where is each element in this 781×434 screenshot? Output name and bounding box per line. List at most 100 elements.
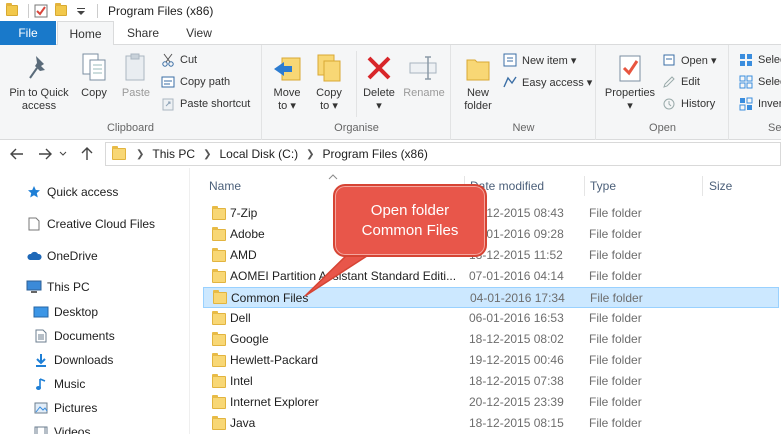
- folder-icon: [211, 352, 227, 369]
- file-type: File folder: [589, 206, 642, 220]
- forward-button[interactable]: [34, 143, 56, 165]
- cloud-icon: [26, 248, 42, 264]
- move-to-button[interactable]: Move to ▾: [269, 51, 305, 113]
- invert-selection-button[interactable]: Inver: [738, 95, 781, 113]
- file-name: Java: [230, 416, 256, 430]
- customize-quick-access-icon[interactable]: [73, 3, 89, 19]
- new-folder-button[interactable]: New folder: [458, 51, 498, 113]
- back-button[interactable]: [6, 143, 28, 165]
- scissors-icon: [160, 52, 176, 68]
- tab-file[interactable]: File: [0, 21, 56, 45]
- table-row[interactable]: Google 18-12-2015 08:02 File folder: [203, 329, 779, 350]
- column-divider[interactable]: [584, 176, 585, 196]
- table-row[interactable]: Dell 06-01-2016 16:53 File folder: [203, 308, 779, 329]
- address-bar[interactable]: ❯ This PC ❯ Local Disk (C:) ❯ Program Fi…: [105, 142, 781, 166]
- breadcrumb-local-disk[interactable]: Local Disk (C:): [219, 147, 298, 161]
- breadcrumb-program-files[interactable]: Program Files (x86): [323, 147, 428, 161]
- address-row: ❯ This PC ❯ Local Disk (C:) ❯ Program Fi…: [0, 140, 781, 168]
- easy-access-button[interactable]: Easy access ▾: [502, 73, 592, 91]
- table-row[interactable]: Java 18-12-2015 08:15 File folder: [203, 413, 779, 434]
- new-folder-quick-icon[interactable]: [53, 3, 69, 19]
- clipboard-group: Pin to Quick access Copy Paste Cut Copy …: [0, 45, 262, 140]
- properties-button[interactable]: Properties ▾: [601, 51, 659, 113]
- open-group-label: Open: [649, 122, 676, 134]
- column-header-type[interactable]: Type: [590, 176, 616, 196]
- date-modified: 04-01-2016 17:34: [470, 291, 565, 305]
- breadcrumb-chevron-icon[interactable]: ❯: [306, 149, 314, 160]
- file-name: AOMEI Partition Assistant Standard Editi…: [230, 269, 457, 283]
- table-row[interactable]: Adobe 04-01-2016 09:28 File folder: [203, 224, 779, 245]
- copy-path-button[interactable]: Copy path: [160, 73, 230, 91]
- rename-button[interactable]: Rename: [401, 51, 447, 100]
- nav-item-desktop[interactable]: Desktop: [33, 301, 98, 323]
- breadcrumb-chevron-icon[interactable]: ❯: [203, 149, 211, 160]
- table-row[interactable]: Hewlett-Packard 19-12-2015 00:46 File fold…: [203, 350, 779, 371]
- title-bar: Program Files (x86): [0, 0, 781, 21]
- new-group-label: New: [512, 122, 535, 134]
- navigation-pane: Quick access Creative Cloud Files OneDri…: [0, 168, 190, 434]
- nav-item-downloads[interactable]: Downloads: [33, 349, 113, 371]
- select-none-button[interactable]: Selec: [738, 73, 781, 91]
- file-type: File folder: [589, 269, 642, 283]
- table-row[interactable]: AMD 18-12-2015 11:52 File folder: [203, 245, 779, 266]
- computer-icon: [26, 279, 42, 295]
- breadcrumb-chevron-icon[interactable]: ❯: [136, 149, 144, 160]
- tab-view[interactable]: View: [174, 21, 224, 45]
- file-name: Dell: [230, 311, 251, 325]
- nav-item-quick-access[interactable]: Quick access: [26, 181, 118, 203]
- breadcrumb-this-pc[interactable]: This PC: [152, 147, 195, 161]
- tab-share[interactable]: Share: [118, 21, 168, 45]
- new-item-button[interactable]: New item ▾: [502, 51, 576, 69]
- copy-to-button[interactable]: Copy to ▾: [311, 51, 347, 113]
- paste-button[interactable]: Paste: [116, 51, 156, 100]
- column-divider[interactable]: [702, 176, 703, 196]
- table-row[interactable]: Internet Explorer 20-12-2015 23:39 File fo…: [203, 392, 779, 413]
- folder-icon: [4, 3, 20, 19]
- table-row[interactable]: 7-Zip 18-12-2015 08:43 File folder: [203, 203, 779, 224]
- recent-locations-button[interactable]: [56, 143, 70, 165]
- callout-annotation: Open folder Common Files: [333, 184, 487, 257]
- nav-item-creative-cloud-files[interactable]: Creative Cloud Files: [26, 213, 155, 235]
- select-all-button[interactable]: Selec: [738, 51, 781, 69]
- nav-item-this-pc[interactable]: This PC: [26, 276, 90, 298]
- open-group: Properties ▾ Open ▾ Edit History Open: [597, 45, 729, 140]
- new-folder-icon: [462, 51, 494, 85]
- file-type: File folder: [589, 374, 642, 388]
- file-type: File folder: [589, 227, 642, 241]
- nav-item-videos[interactable]: Videos: [33, 421, 90, 434]
- nav-item-pictures[interactable]: Pictures: [33, 397, 97, 419]
- table-row[interactable]: AOMEI Partition Assistant Standard Editi…: [203, 266, 779, 287]
- file-name: Internet Explorer: [230, 395, 319, 409]
- file-type: File folder: [589, 395, 642, 409]
- back-arrow-icon: [10, 148, 23, 160]
- nav-item-documents[interactable]: Documents: [33, 325, 115, 347]
- delete-button[interactable]: Delete ▾: [361, 51, 397, 113]
- pin-to-quick-access-button[interactable]: Pin to Quick access: [4, 51, 74, 113]
- date-modified: 07-01-2016 04:14: [469, 269, 564, 283]
- pictures-icon: [33, 400, 49, 416]
- rename-icon: [408, 51, 440, 85]
- copy-button[interactable]: Copy: [74, 51, 114, 100]
- column-header-name[interactable]: Name: [209, 176, 241, 196]
- table-row[interactable]: Common Files 04-01-2016 17:34 File folder: [203, 287, 779, 308]
- file-type: File folder: [590, 291, 643, 305]
- history-button[interactable]: History: [661, 95, 715, 113]
- open-button[interactable]: Open ▾: [661, 51, 717, 69]
- edit-button[interactable]: Edit: [661, 73, 700, 91]
- chevron-down-icon: [59, 151, 67, 156]
- up-button[interactable]: [76, 143, 98, 165]
- folder-icon: [211, 394, 227, 411]
- cut-button[interactable]: Cut: [160, 51, 197, 69]
- nav-item-onedrive[interactable]: OneDrive: [26, 245, 98, 267]
- easy-access-icon: [502, 74, 518, 90]
- date-modified: 18-12-2015 08:15: [469, 416, 564, 430]
- properties-check-icon[interactable]: [33, 3, 49, 19]
- nav-item-music[interactable]: Music: [33, 373, 85, 395]
- tab-home[interactable]: Home: [57, 21, 114, 46]
- date-modified: 06-01-2016 16:53: [469, 311, 564, 325]
- paste-shortcut-button[interactable]: Paste shortcut: [160, 95, 250, 113]
- callout-line-2: Common Files: [361, 221, 459, 239]
- table-row[interactable]: Intel 18-12-2015 07:38 File folder: [203, 371, 779, 392]
- file-name: Common Files: [231, 291, 309, 305]
- column-header-size[interactable]: Size: [709, 176, 732, 196]
